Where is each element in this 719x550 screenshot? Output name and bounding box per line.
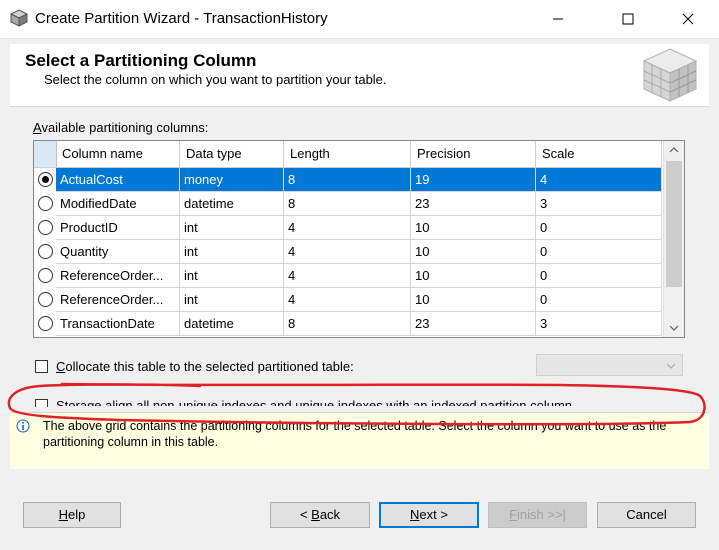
row-select-radio[interactable] — [38, 316, 53, 331]
partition-cube-icon — [642, 48, 698, 102]
cell-length[interactable]: 8 — [284, 168, 411, 192]
cell-precision[interactable]: 10 — [411, 216, 536, 240]
cell-length[interactable]: 8 — [284, 192, 411, 216]
scroll-down-arrow[interactable] — [664, 319, 684, 337]
help-button[interactable]: Help — [23, 502, 121, 528]
row-select-radio[interactable] — [38, 268, 53, 283]
table-row[interactable]: Quantity int 4 10 0 — [34, 240, 662, 264]
cell-scale[interactable]: 0 — [536, 216, 662, 240]
cell-column-name[interactable]: ReferenceOrder... — [56, 288, 180, 312]
cell-scale[interactable]: 0 — [536, 240, 662, 264]
chevron-down-icon — [669, 325, 679, 331]
cell-precision[interactable]: 19 — [411, 168, 536, 192]
scroll-up-arrow[interactable] — [664, 141, 684, 159]
cell-data-type[interactable]: int — [180, 264, 284, 288]
cell-column-name[interactable]: ModifiedDate — [56, 192, 180, 216]
cell-length[interactable]: 4 — [284, 216, 411, 240]
column-header-length[interactable]: Length — [284, 141, 411, 167]
collocate-checkbox[interactable] — [35, 360, 48, 373]
row-selector-header — [34, 141, 57, 167]
chevron-up-icon — [669, 147, 679, 153]
cell-data-type[interactable]: money — [180, 168, 284, 192]
page-subtitle: Select the column on which you want to p… — [44, 72, 387, 87]
table-row[interactable]: TransactionDate datetime 8 23 3 — [34, 312, 662, 336]
cell-precision[interactable]: 23 — [411, 192, 536, 216]
cell-column-name[interactable]: TransactionDate — [56, 312, 180, 336]
title-bar: Create Partition Wizard - TransactionHis… — [0, 0, 719, 39]
cell-scale[interactable]: 0 — [536, 264, 662, 288]
cell-column-name[interactable]: ProductID — [56, 216, 180, 240]
table-row[interactable]: ProductID int 4 10 0 — [34, 216, 662, 240]
cell-precision[interactable]: 23 — [411, 312, 536, 336]
partitioned-table-dropdown[interactable] — [536, 354, 683, 376]
cell-column-name[interactable]: Quantity — [56, 240, 180, 264]
storage-align-checkbox[interactable] — [35, 399, 48, 407]
partitioning-columns-grid[interactable]: Column name Data type Length Precision S… — [33, 140, 685, 338]
finish-button[interactable]: Finish >>| — [488, 502, 587, 528]
row-select-radio[interactable] — [38, 244, 53, 259]
grid-header: Column name Data type Length Precision S… — [34, 141, 662, 168]
column-header-scale[interactable]: Scale — [536, 141, 662, 167]
cell-scale[interactable]: 0 — [536, 288, 662, 312]
available-columns-label: Available partitioning columns: — [33, 120, 209, 135]
close-button[interactable] — [665, 0, 711, 38]
row-select-radio[interactable] — [38, 220, 53, 235]
cell-column-name[interactable]: ActualCost — [56, 168, 180, 192]
minimize-button[interactable] — [535, 0, 581, 38]
table-row[interactable]: ReferenceOrder... int 4 10 0 — [34, 288, 662, 312]
storage-align-label[interactable]: Storage align all non-unique indexes and… — [56, 398, 572, 406]
cell-precision[interactable]: 10 — [411, 288, 536, 312]
cell-scale[interactable]: 4 — [536, 168, 662, 192]
column-header-precision[interactable]: Precision — [411, 141, 536, 167]
scroll-thumb[interactable] — [666, 161, 682, 287]
cell-length[interactable]: 4 — [284, 288, 411, 312]
cell-scale[interactable]: 3 — [536, 192, 662, 216]
info-text: The above grid contains the partitioning… — [43, 419, 667, 449]
cell-column-name[interactable]: ReferenceOrder... — [56, 264, 180, 288]
cell-data-type[interactable]: int — [180, 288, 284, 312]
table-row[interactable]: ActualCost money 8 19 4 — [34, 168, 662, 192]
cancel-button[interactable]: Cancel — [597, 502, 696, 528]
maximize-icon — [622, 13, 634, 25]
column-header-name[interactable]: Column name — [56, 141, 180, 167]
cell-precision[interactable]: 10 — [411, 264, 536, 288]
row-select-radio[interactable] — [38, 172, 53, 187]
cell-length[interactable]: 4 — [284, 240, 411, 264]
close-icon — [682, 13, 694, 25]
wizard-header: Select a Partitioning Column Select the … — [10, 44, 709, 107]
app-icon — [10, 9, 28, 27]
row-select-radio[interactable] — [38, 196, 53, 211]
cell-data-type[interactable]: int — [180, 216, 284, 240]
cell-scale[interactable]: 3 — [536, 312, 662, 336]
grid-vertical-scrollbar[interactable] — [663, 141, 684, 337]
maximize-button[interactable] — [605, 0, 651, 38]
window-title: Create Partition Wizard - TransactionHis… — [35, 10, 328, 27]
cell-data-type[interactable]: datetime — [180, 312, 284, 336]
info-panel: The above grid contains the partitioning… — [10, 412, 709, 469]
collocate-label[interactable]: Collocate this table to the selected par… — [56, 359, 354, 374]
cell-length[interactable]: 8 — [284, 312, 411, 336]
info-icon — [16, 419, 30, 433]
back-button[interactable]: < Back — [270, 502, 370, 528]
page-title: Select a Partitioning Column — [25, 51, 257, 70]
cell-precision[interactable]: 10 — [411, 240, 536, 264]
cell-data-type[interactable]: datetime — [180, 192, 284, 216]
table-row[interactable]: ReferenceOrder... int 4 10 0 — [34, 264, 662, 288]
chevron-down-icon — [666, 363, 676, 369]
row-select-radio[interactable] — [38, 292, 53, 307]
table-row[interactable]: ModifiedDate datetime 8 23 3 — [34, 192, 662, 216]
next-button[interactable]: Next > — [379, 502, 479, 528]
cell-length[interactable]: 4 — [284, 264, 411, 288]
cell-data-type[interactable]: int — [180, 240, 284, 264]
minimize-icon — [553, 18, 563, 20]
column-header-datatype[interactable]: Data type — [180, 141, 284, 167]
